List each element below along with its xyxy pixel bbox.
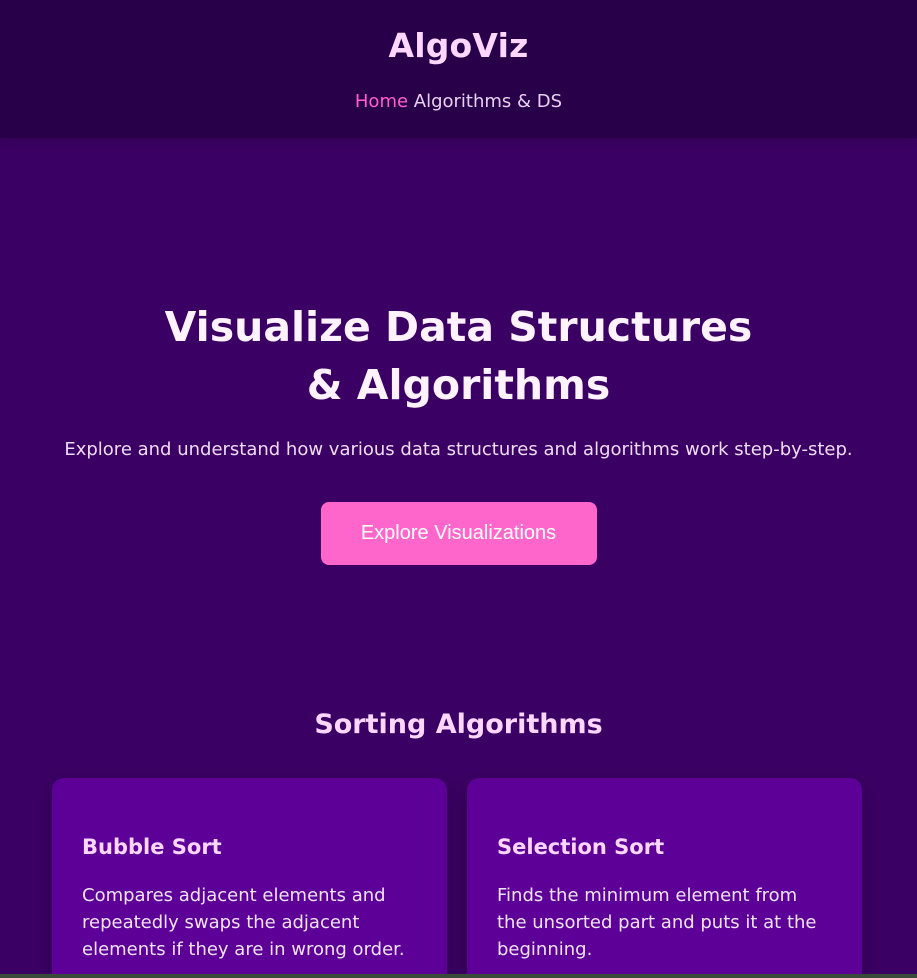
card-description: Compares adjacent elements and repeatedl… <box>82 885 405 960</box>
nav-link-home[interactable]: Home <box>355 91 408 112</box>
site-header: AlgoViz Home Algorithms & DS <box>0 0 917 138</box>
card-title: Selection Sort <box>497 835 665 859</box>
card-bubble-sort[interactable]: Bubble Sort Compares adjacent elements a… <box>52 778 447 978</box>
card-title: Bubble Sort <box>82 835 222 859</box>
bottom-edge-strip <box>0 974 917 978</box>
nav-link-algorithms[interactable]: Algorithms & DS <box>414 91 562 112</box>
card-selection-sort[interactable]: Selection Sort Finds the minimum element… <box>467 778 862 978</box>
brand-logo[interactable]: AlgoViz <box>0 26 917 66</box>
hero-title: Visualize Data Structures & Algorithms <box>164 303 753 409</box>
main-nav: Home Algorithms & DS <box>0 90 917 114</box>
sorting-cards: Bubble Sort Compares adjacent elements a… <box>52 778 862 978</box>
hero-subtitle: Explore and understand how various data … <box>64 439 853 460</box>
card-description: Finds the minimum element from the unsor… <box>497 885 817 960</box>
section-title-sorting: Sorting Algorithms <box>314 709 603 740</box>
explore-visualizations-button[interactable]: Explore Visualizations <box>320 502 597 565</box>
hero-section: Visualize Data Structures & Algorithms E… <box>0 138 917 565</box>
